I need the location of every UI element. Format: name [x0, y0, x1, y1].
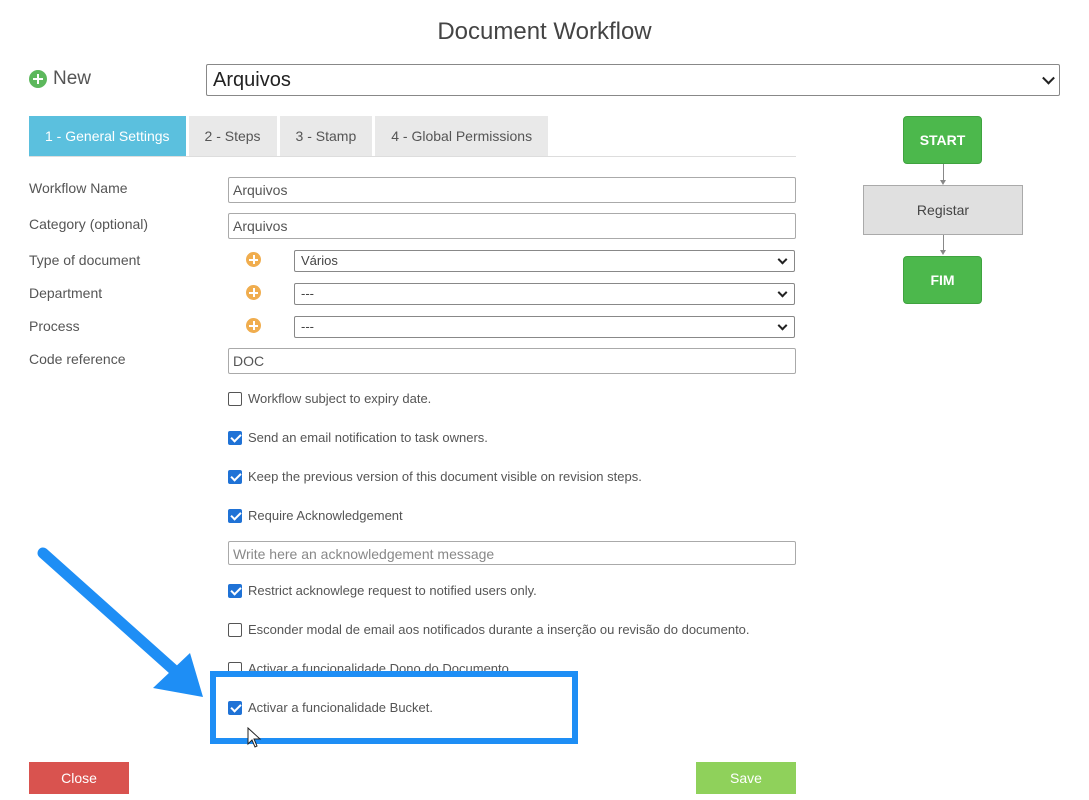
- chevron-down-icon: [777, 254, 788, 265]
- diagram-end-node[interactable]: FIM: [903, 256, 982, 304]
- page-title: Document Workflow: [437, 18, 652, 45]
- diagram-connector-arrow: [940, 250, 946, 255]
- department-label: Department: [29, 285, 103, 301]
- restrict-acknowledge-checkbox[interactable]: [228, 583, 242, 598]
- add-process-icon[interactable]: [246, 318, 261, 333]
- tab-stamp[interactable]: 3 - Stamp: [279, 116, 373, 156]
- bucket-option[interactable]: Activar a funcionalidade Bucket.: [228, 700, 433, 715]
- require-acknowledgement-checkbox[interactable]: [228, 508, 242, 523]
- hide-email-modal-checkbox[interactable]: [228, 622, 242, 637]
- email-notification-option[interactable]: Send an email notification to task owner…: [228, 430, 488, 445]
- category-label: Category (optional): [29, 216, 149, 232]
- category-input[interactable]: Arquivos: [228, 213, 796, 239]
- diagram-connector: [943, 164, 944, 180]
- workflow-select[interactable]: Arquivos: [206, 64, 1060, 96]
- expiry-date-option[interactable]: Workflow subject to expiry date.: [228, 391, 431, 406]
- expiry-date-checkbox[interactable]: [228, 391, 242, 406]
- department-value: ---: [301, 286, 314, 301]
- hide-email-modal-option[interactable]: Esconder modal de email aos notificados …: [228, 622, 750, 637]
- bucket-checkbox[interactable]: [228, 700, 242, 715]
- restrict-acknowledge-option[interactable]: Restrict acknowlege request to notified …: [228, 583, 537, 598]
- code-reference-label: Code reference: [29, 351, 126, 367]
- chevron-down-icon: [777, 287, 788, 298]
- plus-circle-icon: [29, 70, 47, 88]
- type-of-document-value: Vários: [301, 253, 338, 268]
- diagram-step-node[interactable]: Registar: [863, 185, 1023, 235]
- checkbox-label: Send an email notification to task owner…: [248, 430, 488, 445]
- diagram-connector: [943, 235, 944, 250]
- annotation-arrow-icon: [37, 547, 203, 697]
- add-department-icon[interactable]: [246, 285, 261, 300]
- chevron-down-icon: [1042, 71, 1055, 85]
- type-of-document-select[interactable]: Vários: [294, 250, 795, 272]
- type-of-document-label: Type of document: [29, 252, 141, 268]
- new-label: New: [53, 68, 92, 89]
- mouse-cursor-icon: [247, 727, 262, 748]
- tab-general-settings[interactable]: 1 - General Settings: [29, 116, 186, 156]
- department-select[interactable]: ---: [294, 283, 795, 305]
- keep-previous-version-checkbox[interactable]: [228, 469, 242, 484]
- close-button[interactable]: Close: [29, 762, 129, 794]
- workflow-select-value: Arquivos: [213, 69, 291, 91]
- checkbox-label: Esconder modal de email aos notificados …: [248, 622, 750, 637]
- tab-global-permissions[interactable]: 4 - Global Permissions: [375, 116, 549, 156]
- save-button[interactable]: Save: [696, 762, 796, 794]
- email-notification-checkbox[interactable]: [228, 430, 242, 445]
- tab-bar: 1 - General Settings 2 - Steps 3 - Stamp…: [29, 116, 549, 156]
- diagram-start-node[interactable]: START: [903, 116, 982, 164]
- tab-steps[interactable]: 2 - Steps: [188, 116, 277, 156]
- acknowledgement-message-input[interactable]: Write here an acknowledgement message: [228, 541, 796, 565]
- checkbox-label: Keep the previous version of this docume…: [248, 469, 642, 484]
- code-reference-input[interactable]: DOC: [228, 348, 796, 374]
- checkbox-label: Restrict acknowlege request to notified …: [248, 583, 537, 598]
- checkbox-label: Require Acknowledgement: [248, 508, 403, 523]
- workflow-name-label: Workflow Name: [29, 180, 128, 196]
- new-workflow-button[interactable]: New: [29, 68, 91, 90]
- tab-divider: [29, 156, 796, 157]
- process-label: Process: [29, 318, 80, 334]
- process-value: ---: [301, 319, 314, 334]
- keep-previous-version-option[interactable]: Keep the previous version of this docume…: [228, 469, 642, 484]
- chevron-down-icon: [777, 320, 788, 331]
- checkbox-label: Workflow subject to expiry date.: [248, 391, 432, 406]
- workflow-name-input[interactable]: Arquivos: [228, 177, 796, 203]
- checkbox-label: Activar a funcionalidade Bucket.: [248, 700, 433, 715]
- add-type-of-document-icon[interactable]: [246, 252, 261, 267]
- process-select[interactable]: ---: [294, 316, 795, 338]
- require-acknowledgement-option[interactable]: Require Acknowledgement: [228, 508, 403, 523]
